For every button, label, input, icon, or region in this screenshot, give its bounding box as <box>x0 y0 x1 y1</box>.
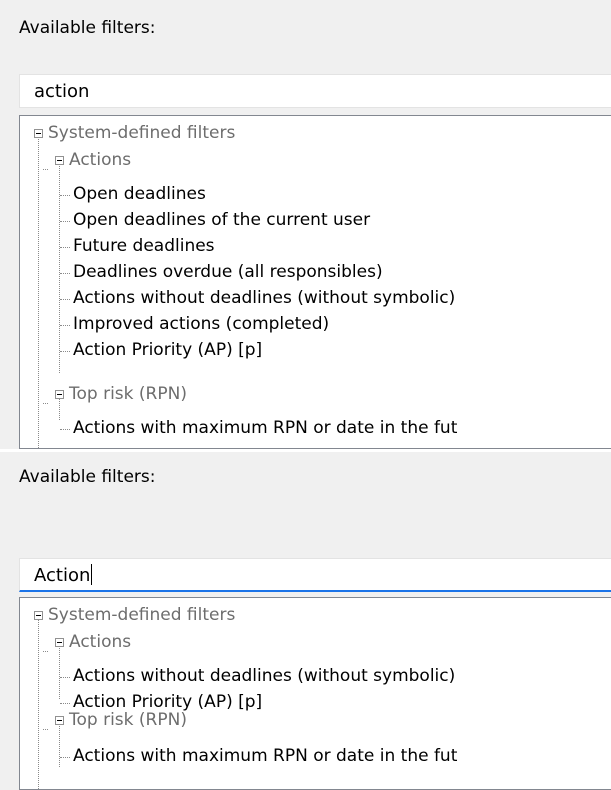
text-cursor <box>91 564 93 585</box>
tree-connector-line <box>60 273 70 274</box>
filter-tree[interactable]: System-defined filters Actions Open dead… <box>19 115 611 449</box>
tree-connector-line <box>38 616 39 789</box>
tree-item-label: Action Priority (AP) [p] <box>73 340 263 360</box>
filter-search-input[interactable]: action <box>19 74 611 108</box>
collapse-icon[interactable] <box>55 390 64 399</box>
tree-connector-line <box>60 195 70 196</box>
tree-connector-line <box>60 247 70 248</box>
tree-item-label: Action Priority (AP) [p] <box>73 692 263 712</box>
tree-connector-line <box>59 721 60 767</box>
collapse-icon[interactable] <box>55 638 64 647</box>
tree-node-label: Top risk (RPN) <box>69 710 187 730</box>
tree-item-label: Actions with maximum RPN or date in the … <box>73 746 458 766</box>
filter-panel-bottom: Available filters: Action System-defined… <box>0 452 611 790</box>
tree-node-label: System-defined filters <box>48 123 236 143</box>
tree-node-label: Top risk (RPN) <box>69 384 187 404</box>
tree-item-label: Actions with maximum RPN or date in the … <box>73 418 458 438</box>
collapse-icon[interactable] <box>55 716 64 725</box>
tree-connector-line <box>59 161 60 373</box>
tree-connector-line <box>60 677 70 678</box>
available-filters-title: Available filters: <box>19 18 156 38</box>
tree-connector-line <box>43 169 48 170</box>
tree-item-label: Open deadlines <box>73 184 206 204</box>
tree-connector-line <box>60 299 70 300</box>
available-filters-title: Available filters: <box>19 467 156 487</box>
filter-search-value: action <box>34 81 90 102</box>
tree-connector-line <box>60 429 70 430</box>
tree-connector-line <box>60 757 70 758</box>
tree-connector-line <box>60 325 70 326</box>
tree-item-label: Open deadlines of the current user <box>73 210 371 230</box>
tree-connector-line <box>43 403 48 404</box>
tree-connector-line <box>38 134 39 448</box>
collapse-icon[interactable] <box>55 156 64 165</box>
tree-item-label: Future deadlines <box>73 236 215 256</box>
tree-node-label: System-defined filters <box>48 605 236 625</box>
filter-search-value: Action <box>34 564 93 586</box>
collapse-icon[interactable] <box>34 129 43 138</box>
filter-panel-top: Available filters: action System-defined… <box>0 0 611 449</box>
tree-item-label: Improved actions (completed) <box>73 314 330 334</box>
tree-connector-line <box>43 729 48 730</box>
tree-connector-line <box>59 643 60 699</box>
tree-node-label: Actions <box>69 150 132 170</box>
tree-item-label: Actions without deadlines (without symbo… <box>73 666 456 686</box>
tree-item-label: Actions without deadlines (without symbo… <box>73 288 456 308</box>
tree-connector-line <box>60 351 70 352</box>
tree-connector-line <box>60 703 70 704</box>
filter-search-input[interactable]: Action <box>19 558 611 592</box>
filter-tree[interactable]: System-defined filters Actions Actions w… <box>19 597 611 790</box>
tree-connector-line <box>43 651 48 652</box>
collapse-icon[interactable] <box>34 611 43 620</box>
tree-connector-line <box>60 221 70 222</box>
tree-node-label: Actions <box>69 632 132 652</box>
tree-item-label: Deadlines overdue (all responsibles) <box>73 262 383 282</box>
